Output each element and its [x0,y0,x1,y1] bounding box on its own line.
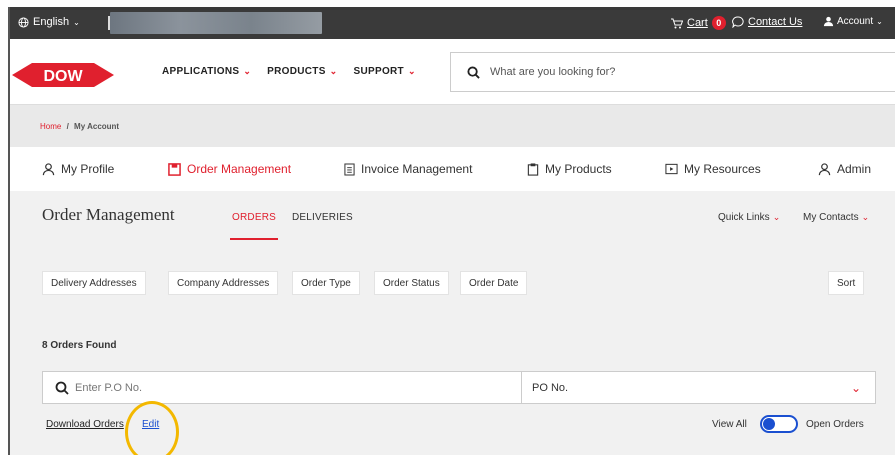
sort-button[interactable]: Sort [828,271,865,295]
my-contacts-label: My Contacts [803,212,859,223]
filter-order-type[interactable]: Order Type [292,271,360,295]
chevron-down-icon: ⌄ [407,66,416,76]
nav-applications[interactable]: APPLICATIONS ⌄ [162,66,251,77]
cart-link[interactable]: Cart 0 [671,16,726,30]
page-title: Order Management [42,205,175,224]
tab-my-products[interactable]: My Products [527,162,612,176]
chat-bubble-icon [732,16,744,28]
person-icon [42,162,55,175]
search-icon [55,381,69,395]
account-tabs: My Profile Order Management Invoice Mana… [10,147,895,191]
browser-frame: English ⌄ Cart 0 Contact Us Account ⌄ DO… [8,7,895,455]
chevron-down-icon: ⌄ [73,17,80,27]
nav-products[interactable]: PRODUCTS ⌄ [267,66,337,77]
download-orders-link[interactable]: Download Orders [46,419,124,430]
breadcrumb-home[interactable]: Home [40,122,61,131]
breadcrumb-separator: / [66,122,69,131]
nav-label: SUPPORT [353,66,404,77]
tab-label: My Resources [684,162,761,176]
redacted-area [110,12,322,34]
quick-links-label: Quick Links [718,212,770,223]
chevron-down-icon: ⌄ [850,380,861,395]
filter-order-date[interactable]: Order Date [460,271,528,295]
nav-label: APPLICATIONS [162,66,240,77]
dow-logo[interactable]: DOW [12,60,114,90]
user-icon [823,16,834,27]
clipboard-icon [527,162,539,176]
search-icon [467,65,480,79]
breadcrumb-current: My Account [74,122,120,131]
po-search-placeholder: Enter P.O No. [75,381,143,394]
toggle-knob [763,418,775,430]
account-menu[interactable]: Account ⌄ [823,16,883,27]
document-icon [344,162,355,176]
svg-text:DOW: DOW [43,68,83,85]
tab-orders[interactable]: ORDERS [230,212,278,240]
orders-panel: Delivery Addresses Company Addresses Ord… [10,241,895,455]
tab-label: Invoice Management [361,162,473,176]
chevron-down-icon: ⌄ [329,66,338,76]
tab-label: My Products [545,162,612,176]
results-count: 8 Orders Found [42,340,117,351]
chevron-down-icon: ⌄ [876,17,883,26]
search-placeholder: What are you looking for? [490,66,616,78]
filter-delivery-addresses[interactable]: Delivery Addresses [42,271,146,295]
my-contacts-dropdown[interactable]: My Contacts ⌄ [803,212,869,223]
po-search-input[interactable]: Enter P.O No. [42,371,522,404]
tab-my-profile[interactable]: My Profile [42,162,114,176]
tab-invoice-management[interactable]: Invoice Management [344,162,472,176]
language-label: English [33,16,70,28]
search-by-select[interactable]: PO No. ⌄ [522,371,876,404]
order-box-icon [168,162,181,176]
tab-label: My Profile [61,162,115,176]
cart-label: Cart [687,17,708,29]
chevron-down-icon: ⌄ [772,212,781,222]
tab-admin[interactable]: Admin [818,162,871,176]
filter-company-addresses[interactable]: Company Addresses [168,271,279,295]
chevron-down-icon: ⌄ [243,66,252,76]
globe-icon [18,16,29,28]
tab-my-resources[interactable]: My Resources [665,162,761,176]
site-header: DOW APPLICATIONS ⌄ PRODUCTS ⌄ SUPPORT ⌄ … [10,39,895,105]
filter-order-status[interactable]: Order Status [374,271,449,295]
chevron-down-icon: ⌄ [861,212,870,222]
nav-support[interactable]: SUPPORT ⌄ [354,66,416,77]
open-orders-toggle[interactable] [760,415,798,433]
tab-label: Admin [837,162,872,176]
order-management-header: Order Management ORDERS DELIVERIES Quick… [10,191,895,241]
play-box-icon [665,163,678,175]
contact-us-link[interactable]: Contact Us [732,16,802,28]
nav-label: PRODUCTS [267,66,326,77]
main-nav: APPLICATIONS ⌄ PRODUCTS ⌄ SUPPORT ⌄ [162,66,416,77]
language-selector[interactable]: English ⌄ [18,16,80,28]
cart-icon [671,18,683,28]
open-orders-label: Open Orders [806,419,864,430]
site-search-input[interactable]: What are you looking for? [450,52,895,92]
highlight-circle [125,401,179,455]
breadcrumb: Home / My Account [10,105,895,147]
view-all-label: View All [712,419,747,430]
account-label: Account [837,16,874,27]
tab-deliveries[interactable]: DELIVERIES [292,212,353,223]
quick-links-dropdown[interactable]: Quick Links ⌄ [718,212,780,223]
cart-count-badge: 0 [711,16,726,30]
utility-bar: English ⌄ Cart 0 Contact Us Account ⌄ [10,7,895,39]
contact-us-label: Contact Us [748,16,803,28]
search-by-value: PO No. [532,381,569,394]
tab-label: Order Management [187,162,292,176]
tab-order-management[interactable]: Order Management [168,162,291,176]
person-icon [818,162,831,175]
